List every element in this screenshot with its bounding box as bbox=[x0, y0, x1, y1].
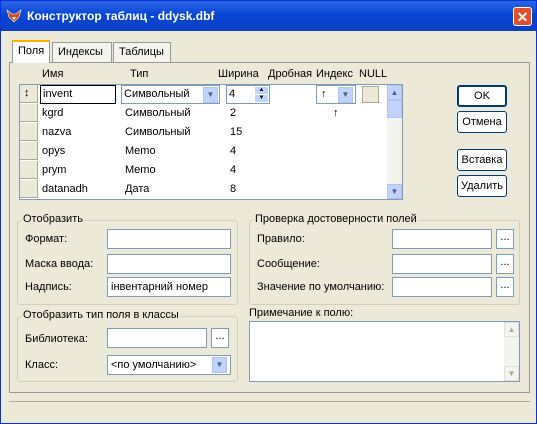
col-header-name: Имя bbox=[42, 68, 64, 80]
row-selector[interactable] bbox=[20, 180, 38, 198]
tab-tables[interactable]: Таблицы bbox=[113, 42, 171, 62]
null-toggle-button[interactable] bbox=[362, 86, 379, 103]
table-row[interactable]: ↕ invent Символьный ▼ 4 ▲ ▼ ↑ ▼ bbox=[20, 85, 386, 104]
index-ascending-icon: ↑ bbox=[321, 88, 327, 100]
field-mapping-legend: Отобразить тип поля в классы bbox=[21, 309, 181, 321]
field-type: Дата bbox=[125, 183, 150, 195]
default-value-builder-button[interactable]: ... bbox=[496, 277, 514, 297]
caption-label: Надпись: bbox=[25, 281, 72, 293]
class-select[interactable]: <по умолчанию> ▼ bbox=[107, 355, 231, 375]
message-label: Сообщение: bbox=[257, 258, 320, 270]
field-width-value: 4 bbox=[229, 88, 236, 100]
field-index-select[interactable]: ↑ ▼ bbox=[316, 85, 356, 104]
scroll-thumb[interactable] bbox=[387, 100, 402, 118]
chevron-down-icon[interactable]: ▼ bbox=[338, 87, 353, 103]
field-type: Символьный bbox=[125, 126, 191, 138]
field-name: opys bbox=[42, 145, 66, 157]
table-row[interactable]: datanadh Дата 8 bbox=[20, 180, 386, 199]
close-button[interactable]: ✕ bbox=[513, 7, 532, 26]
chevron-down-icon[interactable]: ▼ bbox=[212, 357, 227, 373]
field-width: 4 bbox=[230, 164, 237, 176]
field-width: 8 bbox=[230, 183, 237, 195]
class-label: Класс: bbox=[25, 359, 58, 371]
caption-input[interactable]: інвентарний номер bbox=[107, 277, 231, 297]
field-comment-textarea[interactable] bbox=[249, 321, 520, 382]
table-row[interactable]: kgrd Символьный 2 ↑ bbox=[20, 104, 386, 123]
scroll-up-icon[interactable]: ▲ bbox=[387, 85, 402, 100]
field-type-select[interactable]: Символьный ▼ bbox=[121, 85, 220, 104]
ok-button[interactable]: OK bbox=[457, 85, 507, 107]
col-header-type: Тип bbox=[130, 68, 149, 80]
field-name: nazva bbox=[42, 126, 72, 138]
delete-button[interactable]: Удалить bbox=[457, 175, 507, 197]
rule-label: Правило: bbox=[257, 233, 305, 245]
library-input[interactable] bbox=[107, 328, 207, 348]
row-mover-icon: ↕ bbox=[24, 87, 30, 99]
input-mask-input[interactable] bbox=[107, 254, 231, 274]
tab-fields-label: Поля bbox=[18, 45, 45, 57]
row-selector[interactable] bbox=[20, 123, 38, 141]
col-header-null: NULL bbox=[359, 68, 388, 80]
rule-builder-button[interactable]: ... bbox=[496, 229, 514, 249]
validation-group-legend: Проверка достоверности полей bbox=[253, 213, 419, 225]
message-input[interactable] bbox=[392, 254, 492, 274]
field-comment-label: Примечание к полю: bbox=[249, 307, 354, 319]
tab-indexes-label: Индексы bbox=[58, 46, 103, 58]
field-width: 2 bbox=[230, 107, 237, 119]
foxpro-fox-icon bbox=[6, 9, 22, 23]
field-name: kgrd bbox=[42, 107, 64, 119]
table-row[interactable]: nazva Символьный 15 bbox=[20, 123, 386, 142]
input-mask-label: Маска ввода: bbox=[25, 258, 94, 270]
field-width: 4 bbox=[230, 145, 237, 157]
format-input[interactable] bbox=[107, 229, 231, 249]
field-name-input[interactable]: invent bbox=[40, 85, 116, 104]
status-divider bbox=[9, 401, 530, 402]
cancel-button[interactable]: Отмена bbox=[457, 111, 507, 133]
title-bar: Конструктор таблиц - ddysk.dbf ✕ bbox=[1, 1, 536, 31]
comment-scrollbar[interactable]: ▲ ▼ bbox=[504, 322, 519, 381]
field-width-spinner[interactable]: 4 ▲ ▼ bbox=[226, 85, 270, 104]
spin-down-icon[interactable]: ▼ bbox=[255, 95, 268, 102]
field-type-value: Символьный bbox=[124, 88, 190, 100]
scroll-up-icon[interactable]: ▲ bbox=[504, 322, 519, 337]
row-selector[interactable]: ↕ bbox=[20, 85, 38, 103]
default-value-label: Значение по умолчанию: bbox=[257, 281, 385, 293]
row-selector[interactable] bbox=[20, 142, 38, 160]
fields-grid[interactable]: ↕ invent Символьный ▼ 4 ▲ ▼ ↑ ▼ kgrd Сим… bbox=[19, 84, 403, 200]
row-selector[interactable] bbox=[20, 161, 38, 179]
default-value-input[interactable] bbox=[392, 277, 492, 297]
window-title: Конструктор таблиц - ddysk.dbf bbox=[27, 9, 215, 23]
table-row[interactable]: prym Memo 4 bbox=[20, 161, 386, 180]
chevron-down-icon[interactable]: ▼ bbox=[203, 87, 218, 103]
table-designer-window: Конструктор таблиц - ddysk.dbf ✕ Поля Ин… bbox=[0, 0, 537, 424]
spin-up-icon[interactable]: ▲ bbox=[255, 87, 268, 94]
col-header-width: Ширина bbox=[218, 68, 259, 80]
field-width: 15 bbox=[230, 126, 243, 138]
class-select-value: <по умолчанию> bbox=[111, 359, 197, 371]
grid-scrollbar[interactable]: ▲ ▼ bbox=[387, 85, 402, 199]
field-type: Memo bbox=[125, 145, 156, 157]
tab-tables-label: Таблицы bbox=[119, 46, 164, 58]
field-name: datanadh bbox=[42, 183, 88, 195]
table-row[interactable]: opys Memo 4 bbox=[20, 142, 386, 161]
col-header-index: Индекс bbox=[316, 68, 353, 80]
insert-button[interactable]: Вставка bbox=[457, 149, 507, 171]
row-selector[interactable] bbox=[20, 104, 38, 122]
field-type: Memo bbox=[125, 164, 156, 176]
display-group-legend: Отобразить bbox=[21, 213, 85, 225]
library-label: Библиотека: bbox=[25, 333, 88, 345]
field-name: prym bbox=[42, 164, 67, 176]
tab-indexes[interactable]: Индексы bbox=[52, 42, 112, 62]
rule-input[interactable] bbox=[392, 229, 492, 249]
scroll-down-icon[interactable]: ▼ bbox=[387, 184, 402, 199]
col-header-decimal: Дробная bbox=[268, 68, 313, 80]
library-browse-button[interactable]: ... bbox=[211, 328, 229, 348]
format-label: Формат: bbox=[25, 233, 68, 245]
scroll-down-icon[interactable]: ▼ bbox=[504, 366, 519, 381]
tab-fields[interactable]: Поля bbox=[12, 40, 50, 63]
message-builder-button[interactable]: ... bbox=[496, 254, 514, 274]
field-type: Символьный bbox=[125, 107, 191, 119]
index-ascending-icon: ↑ bbox=[333, 107, 339, 119]
